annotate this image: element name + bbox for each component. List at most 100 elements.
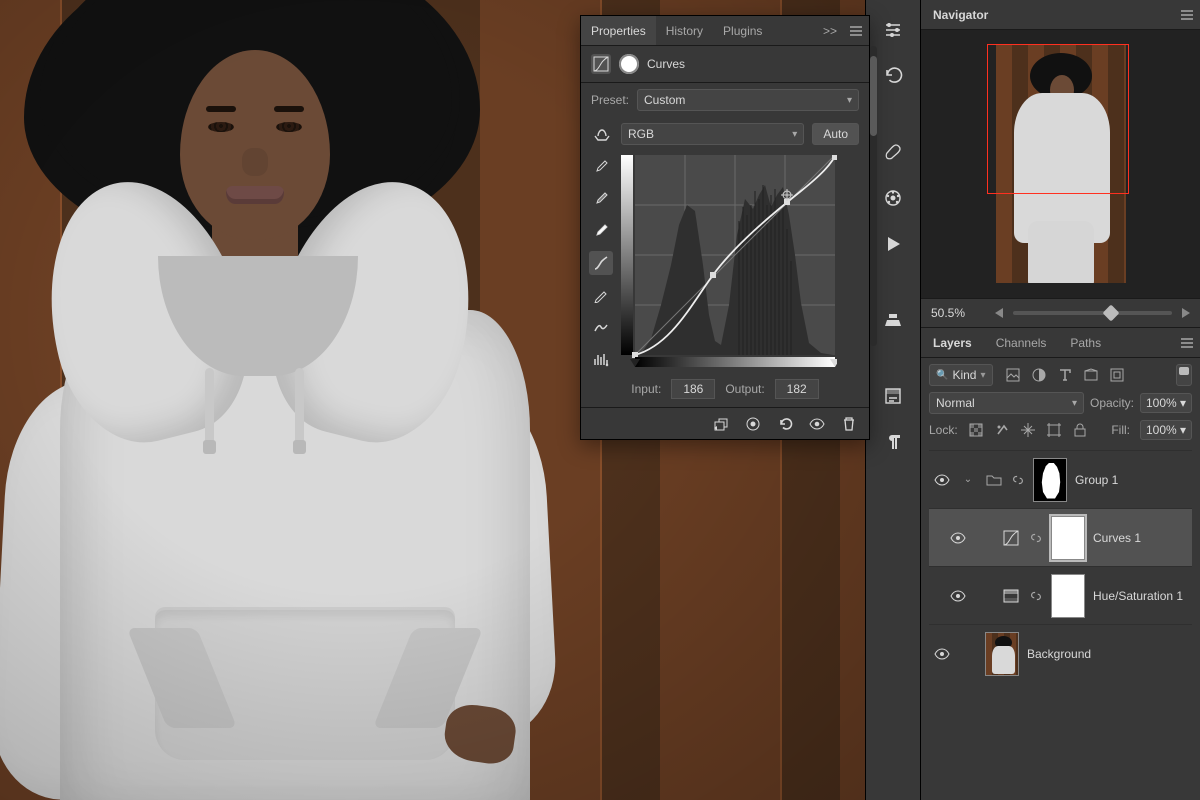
visibility-toggle-icon[interactable]: [949, 588, 967, 604]
filter-pixel-icon[interactable]: [1005, 367, 1021, 383]
lock-all-icon[interactable]: [1072, 422, 1088, 438]
adjustment-title: Curves: [647, 57, 685, 71]
histogram-options-icon[interactable]: [589, 347, 613, 371]
link-icon[interactable]: [1029, 530, 1043, 546]
properties-panel: Properties History Plugins >> Curves Pre…: [580, 15, 870, 440]
group-collapse-icon[interactable]: ⌄: [959, 474, 977, 485]
delete-adjustment-icon[interactable]: [841, 416, 857, 432]
curve-point-tool-icon[interactable]: [589, 251, 613, 275]
eyedropper-white-icon[interactable]: [589, 219, 613, 243]
hue-saturation-layer-icon: [1001, 586, 1021, 606]
panel-expand-icon[interactable]: >>: [817, 24, 843, 38]
info-icon[interactable]: [881, 384, 905, 408]
lock-position-icon[interactable]: [1020, 422, 1036, 438]
tab-properties[interactable]: Properties: [581, 16, 656, 45]
layer-mask-thumbnail[interactable]: [1051, 516, 1085, 560]
right-panel-column: Navigator 50.5% Layers Channels Paths 🔍 …: [920, 0, 1200, 800]
curve-tools: [587, 155, 615, 371]
tab-paths[interactable]: Paths: [1058, 328, 1113, 357]
input-value[interactable]: 186: [671, 379, 715, 399]
layer-name[interactable]: Hue/Saturation 1: [1093, 589, 1183, 603]
photo-neck: [212, 220, 298, 290]
photo-hoodie: [0, 130, 600, 800]
lock-label: Lock:: [929, 423, 958, 437]
history-icon[interactable]: [881, 64, 905, 88]
curves-graph[interactable]: [621, 155, 859, 371]
filter-toggle[interactable]: [1176, 364, 1192, 386]
navigator-menu-icon[interactable]: [1174, 7, 1200, 23]
blend-mode-select[interactable]: Normal▾: [929, 392, 1084, 414]
layer-name[interactable]: Curves 1: [1093, 531, 1141, 545]
lock-transparent-icon[interactable]: [968, 422, 984, 438]
layer-name[interactable]: Background: [1027, 647, 1091, 661]
actions-play-icon[interactable]: [881, 232, 905, 256]
tab-plugins[interactable]: Plugins: [713, 16, 772, 45]
layer-name[interactable]: Group 1: [1075, 473, 1118, 487]
swatches-icon[interactable]: [881, 186, 905, 210]
filter-type-icon[interactable]: [1057, 367, 1073, 383]
link-icon[interactable]: [1011, 472, 1025, 488]
view-previous-state-icon[interactable]: [745, 416, 761, 432]
opacity-value[interactable]: 100%▾: [1140, 393, 1192, 413]
eyedropper-gray-icon[interactable]: [589, 187, 613, 211]
layers-menu-icon[interactable]: [1174, 335, 1200, 351]
clip-to-layer-icon[interactable]: [713, 416, 729, 432]
panel-menu-icon[interactable]: [843, 23, 869, 39]
curves-layer-icon: [1001, 528, 1021, 548]
layer-row-curves1[interactable]: Curves 1: [929, 508, 1192, 566]
navigator-view[interactable]: [921, 30, 1200, 298]
curve-smooth-icon[interactable]: [589, 315, 613, 339]
visibility-toggle-icon[interactable]: [933, 646, 951, 662]
group-mask-thumbnail[interactable]: [1033, 458, 1067, 502]
finger-scrubby-icon[interactable]: [591, 124, 613, 144]
tab-history[interactable]: History: [656, 16, 713, 45]
reset-icon[interactable]: [777, 416, 793, 432]
eyedropper-black-icon[interactable]: [589, 155, 613, 179]
tab-navigator[interactable]: Navigator: [921, 0, 1000, 29]
panel-scrollbar[interactable]: [870, 46, 877, 346]
layer-mask-icon[interactable]: [619, 54, 639, 74]
visibility-toggle-icon[interactable]: [933, 472, 951, 488]
lock-image-icon[interactable]: [994, 422, 1010, 438]
output-label: Output:: [725, 382, 764, 396]
fill-value[interactable]: 100%▾: [1140, 420, 1192, 440]
visibility-toggle-icon[interactable]: [949, 530, 967, 546]
folder-icon: [985, 472, 1003, 488]
output-value[interactable]: 182: [775, 379, 819, 399]
tab-layers[interactable]: Layers: [921, 328, 984, 357]
zoom-in-icon[interactable]: [1182, 308, 1190, 318]
lock-artboard-icon[interactable]: [1046, 422, 1062, 438]
filter-shape-icon[interactable]: [1083, 367, 1099, 383]
layer-mask-thumbnail[interactable]: [1051, 574, 1085, 618]
zoom-out-icon[interactable]: [995, 308, 1003, 318]
layer-thumbnail[interactable]: [985, 632, 1019, 676]
clone-stamp-icon[interactable]: [881, 308, 905, 332]
preset-label: Preset:: [591, 93, 629, 107]
layer-row-huesat1[interactable]: Hue/Saturation 1: [929, 566, 1192, 624]
adjustments-icon[interactable]: [881, 18, 905, 42]
brush-icon[interactable]: [881, 140, 905, 164]
auto-button[interactable]: Auto: [812, 123, 859, 145]
navigator-viewport-box[interactable]: [987, 44, 1129, 194]
filter-adjustment-icon[interactable]: [1031, 367, 1047, 383]
photo-hair: [40, 0, 460, 230]
curve-pencil-tool-icon[interactable]: [589, 283, 613, 307]
layer-row-group1[interactable]: ⌄ Group 1: [929, 450, 1192, 508]
filter-smartobject-icon[interactable]: [1109, 367, 1125, 383]
input-label: Input:: [631, 382, 661, 396]
channel-select[interactable]: RGB▾: [621, 123, 804, 145]
zoom-slider[interactable]: [1013, 311, 1172, 315]
preset-select[interactable]: Custom▾: [637, 89, 859, 111]
tab-channels[interactable]: Channels: [984, 328, 1059, 357]
link-icon[interactable]: [1029, 588, 1043, 604]
layer-row-background[interactable]: Background: [929, 624, 1192, 682]
photo-face: [180, 50, 330, 240]
layer-filter-kind[interactable]: 🔍 Kind ▾: [929, 364, 993, 386]
zoom-percentage[interactable]: 50.5%: [931, 306, 985, 320]
panel-tab-bar: Properties History Plugins >>: [581, 16, 869, 46]
properties-footer: [581, 407, 869, 439]
paragraph-icon[interactable]: [881, 430, 905, 454]
toggle-visibility-icon[interactable]: [809, 416, 825, 432]
layer-list: ⌄ Group 1 Curves 1 Hue/Satura: [929, 450, 1192, 682]
opacity-label: Opacity:: [1090, 396, 1134, 410]
